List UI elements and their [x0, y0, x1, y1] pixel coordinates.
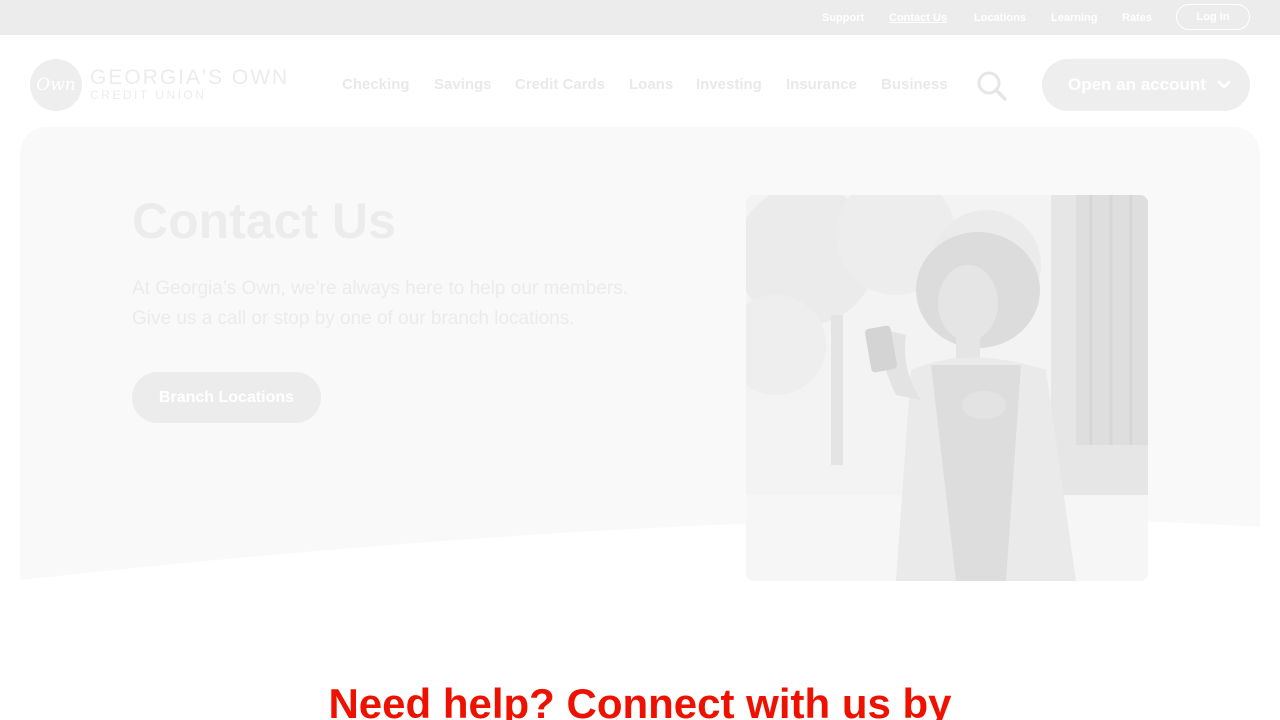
- utility-link-rates[interactable]: Rates: [1122, 12, 1152, 24]
- nav-item-credit-cards[interactable]: Credit Cards: [515, 76, 605, 93]
- chevron-down-icon: [1217, 80, 1231, 89]
- open-account-label: Open an account: [1068, 75, 1206, 94]
- nav-item-investing[interactable]: Investing: [696, 76, 762, 93]
- utility-link-support[interactable]: Support: [822, 12, 864, 24]
- utility-link-locations[interactable]: Locations: [974, 12, 1026, 24]
- search-icon: [977, 71, 1007, 101]
- help-section-heading: Need help? Connect with us by: [328, 680, 952, 720]
- nav-item-checking[interactable]: Checking: [342, 76, 410, 93]
- utility-link-contact-us[interactable]: Contact Us: [889, 12, 947, 24]
- nav-item-business[interactable]: Business: [881, 76, 948, 93]
- woman-with-phone-image: [746, 195, 1148, 581]
- hero-description: At Georgia’s Own, we’re always here to h…: [132, 274, 692, 334]
- nav-item-savings[interactable]: Savings: [434, 76, 492, 93]
- hero-description-line-2: Give us a call or stop by one of our bra…: [132, 308, 575, 329]
- open-account-button[interactable]: Open an account: [1042, 59, 1250, 111]
- login-button[interactable]: Log In: [1176, 4, 1250, 30]
- nav-item-insurance[interactable]: Insurance: [786, 76, 857, 93]
- logo-name[interactable]: GEORGIA'S OWN: [90, 66, 289, 90]
- logo-mark[interactable]: Own: [30, 59, 82, 111]
- page-title: Contact Us: [132, 193, 396, 249]
- hero-photo: [746, 195, 1148, 581]
- hero-description-line-1: At Georgia’s Own, we’re always here to h…: [132, 278, 628, 299]
- logo-subtitle: CREDIT UNION: [90, 88, 207, 102]
- branch-locations-button[interactable]: Branch Locations: [132, 372, 321, 423]
- utility-bar: Support Contact Us Locations Learning Ra…: [0, 0, 1280, 35]
- utility-link-learning[interactable]: Learning: [1051, 12, 1097, 24]
- nav-item-loans[interactable]: Loans: [629, 76, 673, 93]
- search-button[interactable]: [975, 70, 1009, 102]
